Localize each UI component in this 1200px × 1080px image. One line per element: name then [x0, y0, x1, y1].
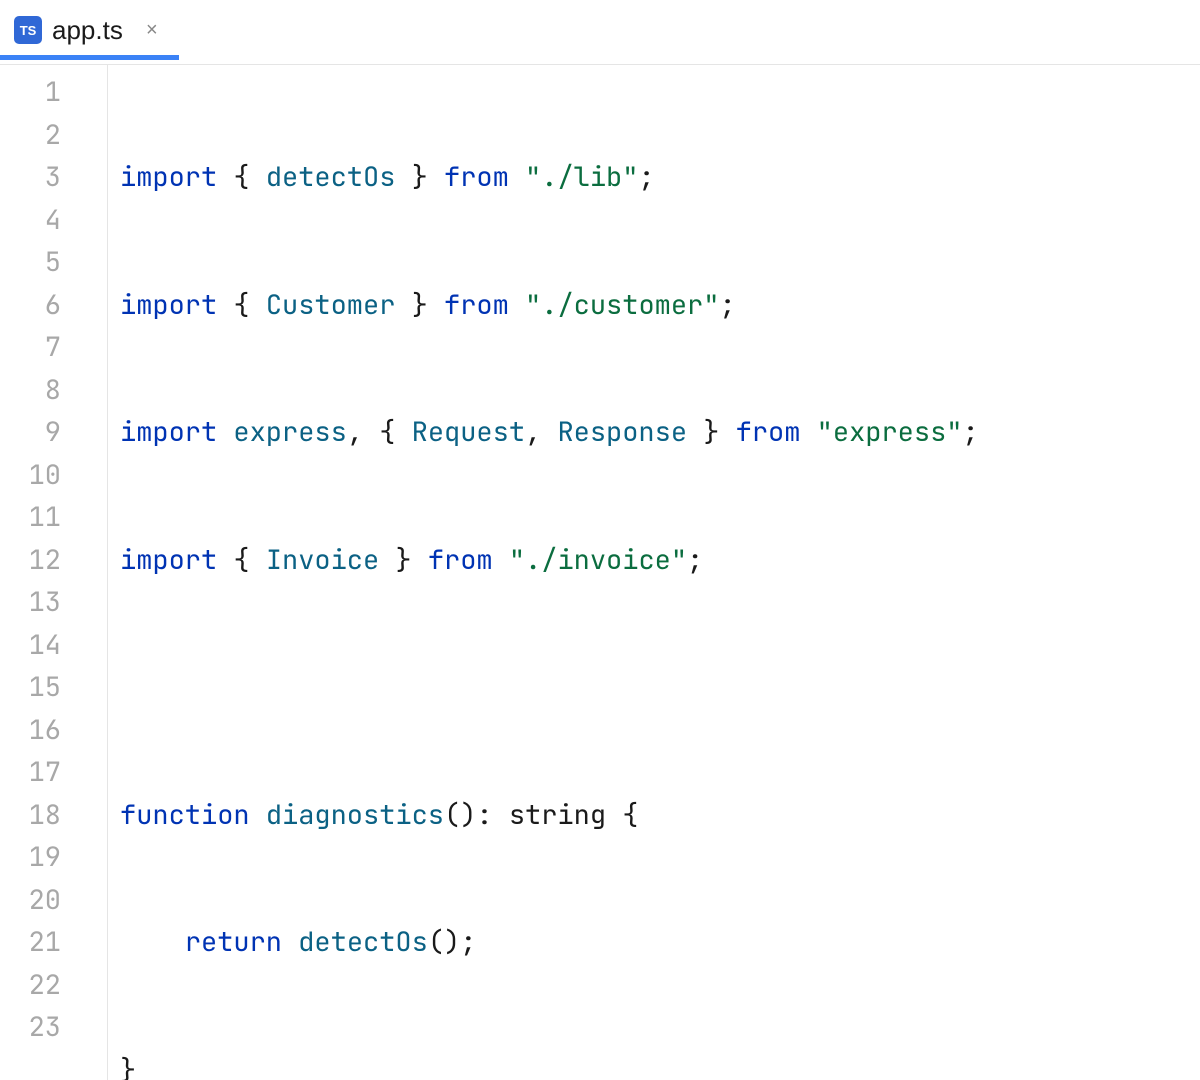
- line-number-gutter: 1234567891011121314151617181920212223: [0, 65, 108, 1080]
- line-number: 14: [0, 624, 107, 667]
- line-number: 21: [0, 921, 107, 964]
- code-line[interactable]: import express, { Request, Response } fr…: [120, 411, 1200, 454]
- line-number: 17: [0, 751, 107, 794]
- code-line[interactable]: import { Invoice } from "./invoice";: [120, 539, 1200, 582]
- line-number: 5: [0, 241, 107, 284]
- line-number: 10: [0, 454, 107, 497]
- line-number: 3: [0, 156, 107, 199]
- line-number: 11: [0, 496, 107, 539]
- line-number: 1: [0, 71, 107, 114]
- code-area[interactable]: import { detectOs } from "./lib"; import…: [108, 65, 1200, 1080]
- line-number: 12: [0, 539, 107, 582]
- code-editor[interactable]: 1234567891011121314151617181920212223 im…: [0, 65, 1200, 1080]
- line-number: 9: [0, 411, 107, 454]
- tab-active-indicator: [0, 55, 179, 60]
- close-icon[interactable]: ×: [143, 21, 161, 39]
- line-number: 19: [0, 836, 107, 879]
- line-number: 4: [0, 199, 107, 242]
- line-number: 7: [0, 326, 107, 369]
- tab-title: app.ts: [52, 15, 123, 46]
- code-line[interactable]: import { Customer } from "./customer";: [120, 284, 1200, 327]
- line-number: 8: [0, 369, 107, 412]
- code-line[interactable]: import { detectOs } from "./lib";: [120, 156, 1200, 199]
- tab-app-ts[interactable]: TS app.ts ×: [0, 6, 179, 54]
- line-number: 15: [0, 666, 107, 709]
- line-number: 20: [0, 879, 107, 922]
- line-number: 23: [0, 1006, 107, 1049]
- code-line[interactable]: }: [120, 1049, 1200, 1080]
- line-number: 6: [0, 284, 107, 327]
- code-line[interactable]: function diagnostics(): string {: [120, 794, 1200, 837]
- code-line[interactable]: [120, 666, 1200, 709]
- line-number: 13: [0, 581, 107, 624]
- typescript-file-icon: TS: [14, 16, 42, 44]
- line-number: 2: [0, 114, 107, 157]
- tab-bar: TS app.ts ×: [0, 0, 1200, 65]
- line-number: 18: [0, 794, 107, 837]
- line-number: 22: [0, 964, 107, 1007]
- line-number: 16: [0, 709, 107, 752]
- code-line[interactable]: return detectOs();: [120, 921, 1200, 964]
